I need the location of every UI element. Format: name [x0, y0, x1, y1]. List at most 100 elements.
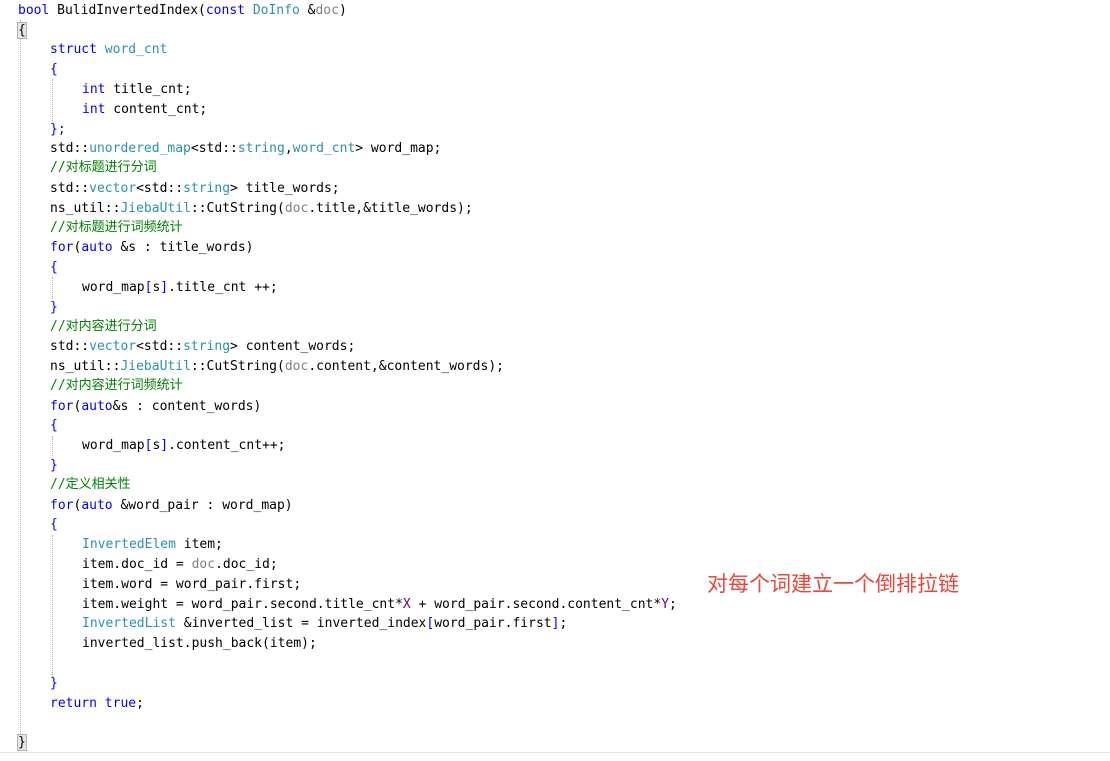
bracket-token: ]: [160, 438, 169, 453]
text-token: &s : content_words): [112, 399, 262, 414]
text-token: item.word = word_pair.first;: [82, 577, 302, 592]
macro-token: Y: [661, 597, 670, 612]
indent-guide-struct: [52, 79, 53, 121]
text-token: ): [338, 3, 347, 18]
keyword-token: auto: [81, 240, 113, 255]
text-token: ::CutString(: [190, 359, 285, 374]
text-token: ;: [669, 597, 677, 612]
code-line-15: word_map[s].title_cnt ++;: [82, 278, 278, 298]
code-line-24: }: [50, 456, 58, 476]
text-token: &inverted_list = inverted_index: [175, 616, 427, 631]
text-token: inverted_list.push_back(item);: [82, 636, 317, 651]
code-line-26: for(auto &word_pair : word_map): [50, 496, 293, 516]
code-line-10: std::vector<std::string> title_words;: [50, 179, 340, 199]
type-token: InvertedElem: [82, 537, 176, 552]
text-token: std::: [50, 339, 90, 354]
keyword-token: struct: [50, 42, 97, 57]
text-token: item.weight = word_pair.second.title_cnt…: [82, 597, 403, 612]
code-editor[interactable]: bool BulidInvertedIndex(const DoInfo &do…: [0, 0, 1110, 752]
type-token: string: [183, 339, 231, 354]
keyword-token: for: [50, 240, 74, 255]
keyword-token: int: [82, 82, 106, 97]
code-line-12: //对标题进行词频统计: [50, 218, 183, 238]
comment-token: //对标题进行分词: [50, 160, 157, 175]
code-line-29: item.doc_id = doc.doc_id;: [82, 555, 278, 575]
code-line-17: //对内容进行分词: [50, 317, 157, 337]
indent-guide-for-map: [52, 535, 53, 677]
indent-guide-function: [20, 20, 21, 740]
text-token: std::: [50, 181, 90, 196]
text-token: content_cnt;: [105, 102, 208, 117]
parameter-token: doc: [284, 201, 309, 216]
code-line-35: }: [50, 674, 58, 694]
indent-guide-for-content: [52, 436, 53, 458]
brace-token: };: [50, 122, 66, 137]
text-token: ns_util::: [50, 359, 121, 374]
code-line-13: for(auto &s : title_words): [50, 238, 254, 258]
comment-token: //对标题进行词频统计: [50, 220, 183, 235]
code-line-19: ns_util::JiebaUtil::CutString(doc.conten…: [50, 357, 504, 377]
type-token: string: [183, 181, 231, 196]
code-line-32: InvertedList &inverted_list = inverted_i…: [82, 614, 567, 634]
brace-token: {: [50, 260, 58, 275]
text-token: .title_cnt ++;: [168, 280, 278, 295]
text-token: title_cnt;: [105, 82, 192, 97]
text-token: .title,&title_words);: [308, 201, 473, 216]
matched-brace-close: }: [17, 734, 27, 751]
code-line-11: ns_util::JiebaUtil::CutString(doc.title,…: [50, 199, 473, 219]
text-token: ns_util::: [50, 201, 121, 216]
annotation-label: 对每个词建立一个倒排拉链: [707, 572, 959, 596]
keyword-token: bool: [18, 3, 50, 18]
type-token: JiebaUtil: [120, 359, 191, 374]
text-token: ;: [559, 616, 568, 631]
brace-token: }: [50, 300, 58, 315]
code-line-16: }: [50, 298, 58, 318]
text-token: <std::: [136, 339, 184, 354]
code-line-7: };: [50, 120, 66, 140]
code-line-20: //对内容进行词频统计: [50, 376, 183, 396]
text-token: > title_words;: [230, 181, 340, 196]
text-token: > content_words;: [230, 339, 356, 354]
keyword-token: for: [50, 498, 74, 513]
text-token: &: [299, 3, 316, 18]
text-token: <std::: [190, 141, 238, 156]
type-token: unordered_map: [89, 141, 191, 156]
text-token: std::: [50, 141, 90, 156]
type-token: JiebaUtil: [120, 201, 191, 216]
type-token: DoInfo: [252, 3, 300, 18]
function-name-token: BulidInvertedIndex(: [49, 3, 206, 18]
code-line-1: bool BulidInvertedIndex(const DoInfo &do…: [18, 1, 347, 21]
code-line-31: item.weight = word_pair.second.title_cnt…: [82, 595, 677, 615]
code-line-23: word_map[s].content_cnt++;: [82, 436, 286, 456]
text-token: &word_pair : word_map): [112, 498, 293, 513]
brace-token: }: [50, 458, 58, 473]
code-line-22: {: [50, 416, 58, 436]
brace-token: {: [50, 517, 58, 532]
brace-token: }: [50, 676, 58, 691]
macro-token: X: [402, 597, 411, 612]
text-token: word_map: [82, 438, 145, 453]
text-token: > word_map;: [355, 141, 442, 156]
indent-guide-for-title: [52, 277, 53, 299]
code-line-4: {: [50, 60, 58, 80]
type-token: vector: [89, 181, 137, 196]
text-token: &s : title_words): [112, 240, 254, 255]
code-line-30: item.word = word_pair.first;: [82, 575, 301, 595]
code-line-5: int title_cnt;: [82, 80, 192, 100]
keyword-token: true: [104, 696, 137, 711]
code-line-14: {: [50, 258, 58, 278]
parameter-token: doc: [284, 359, 309, 374]
comment-token: //对内容进行词频统计: [50, 378, 183, 393]
code-line-33: inverted_list.push_back(item);: [82, 634, 317, 654]
type-token: word_cnt: [292, 141, 356, 156]
text-token: word_map: [82, 280, 145, 295]
code-line-3: struct word_cnt: [50, 40, 167, 60]
code-line-2: {: [17, 21, 27, 41]
code-line-28: InvertedElem item;: [82, 535, 223, 555]
parameter-token: doc: [191, 557, 216, 572]
code-line-8: std::unordered_map<std::string,word_cnt>…: [50, 139, 441, 159]
text-token: word_pair.first: [434, 616, 552, 631]
